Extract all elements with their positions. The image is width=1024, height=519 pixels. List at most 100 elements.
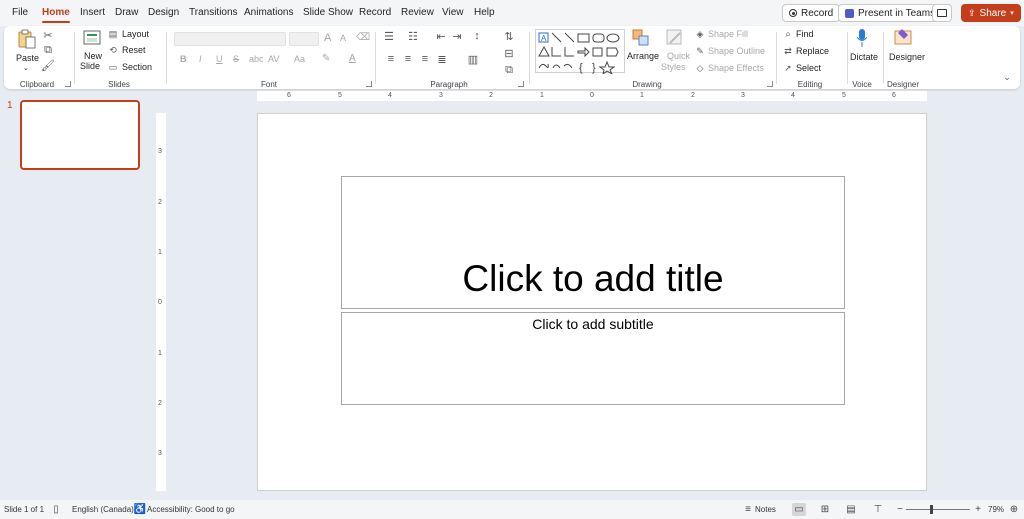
cut-icon[interactable]: ✂ bbox=[42, 29, 54, 42]
clipboard-launcher-icon[interactable] bbox=[65, 81, 71, 87]
paste-icon[interactable] bbox=[16, 28, 38, 50]
slide-sorter-icon[interactable]: ⊞ bbox=[818, 503, 832, 516]
tab-home[interactable]: Home bbox=[42, 7, 70, 18]
slide-canvas[interactable]: Click to add title Click to add subtitle bbox=[257, 113, 927, 491]
tab-help[interactable]: Help bbox=[474, 7, 495, 18]
slide-count-status[interactable]: Slide 1 of 1 bbox=[4, 505, 44, 514]
clear-formatting-icon[interactable]: ⌫ bbox=[356, 32, 370, 43]
tab-slide-show[interactable]: Slide Show bbox=[303, 7, 353, 18]
change-case-button[interactable]: Aa bbox=[294, 54, 305, 64]
search-icon[interactable]: ⌕ bbox=[782, 28, 794, 40]
record-button[interactable]: Record bbox=[782, 4, 841, 22]
bullets-icon[interactable]: ☰ bbox=[382, 30, 396, 43]
layout-button[interactable]: Layout bbox=[122, 29, 149, 39]
zoom-in-icon[interactable]: + bbox=[971, 503, 985, 516]
arrange-button-label[interactable]: Arrange bbox=[627, 51, 659, 61]
reading-view-icon[interactable]: ▤ bbox=[844, 503, 858, 516]
font-launcher-icon[interactable] bbox=[366, 81, 372, 87]
select-cursor-icon[interactable]: ➚ bbox=[782, 62, 794, 74]
subtitle-placeholder[interactable]: Click to add subtitle bbox=[341, 312, 845, 405]
paragraph-launcher-icon[interactable] bbox=[518, 81, 524, 87]
replace-button[interactable]: Replace bbox=[796, 46, 829, 56]
present-in-teams-button[interactable]: Present in Teams bbox=[838, 4, 943, 22]
quick-styles-label-1[interactable]: Quick bbox=[667, 51, 690, 61]
align-left-icon[interactable]: ≡ bbox=[384, 53, 398, 65]
zoom-slider-thumb[interactable] bbox=[930, 505, 933, 514]
normal-view-icon[interactable]: ▭ bbox=[792, 503, 806, 516]
format-painter-icon[interactable]: 🖌 bbox=[41, 59, 55, 72]
dictate-button-label[interactable]: Dictate bbox=[850, 52, 878, 62]
shape-effects-icon[interactable]: ◇ bbox=[694, 62, 706, 74]
line-spacing-icon[interactable]: ↕ bbox=[470, 30, 484, 42]
notes-icon[interactable]: ≡ bbox=[741, 503, 755, 516]
shape-effects-button[interactable]: Shape Effects bbox=[708, 63, 764, 73]
section-icon[interactable]: ▭ bbox=[108, 62, 118, 72]
tab-animations[interactable]: Animations bbox=[244, 7, 293, 18]
font-color-button[interactable]: A bbox=[349, 53, 356, 64]
copy-icon[interactable]: ⧉ bbox=[42, 44, 54, 56]
shapes-gallery[interactable]: A {} bbox=[535, 29, 625, 76]
chevron-down-icon[interactable]: ⌄ bbox=[1002, 72, 1012, 82]
share-button[interactable]: ⇪ Share ▾ bbox=[961, 4, 1021, 22]
section-button[interactable]: Section bbox=[122, 62, 152, 72]
zoom-level[interactable]: 79% bbox=[988, 505, 1004, 514]
zoom-slider-track[interactable] bbox=[906, 509, 970, 510]
layout-icon[interactable]: ▤ bbox=[108, 29, 118, 39]
spelling-icon[interactable]: ▯ bbox=[49, 503, 63, 516]
tab-insert[interactable]: Insert bbox=[80, 7, 105, 18]
numbering-icon[interactable]: ☷ bbox=[406, 30, 420, 43]
fit-to-window-icon[interactable]: ⊕ bbox=[1007, 503, 1021, 516]
tab-record[interactable]: Record bbox=[359, 7, 391, 18]
font-size-combo[interactable] bbox=[289, 32, 319, 46]
tab-draw[interactable]: Draw bbox=[115, 7, 138, 18]
smartart-icon[interactable]: ⧉ bbox=[502, 64, 516, 76]
columns-icon[interactable]: ▥ bbox=[466, 53, 480, 66]
italic-button[interactable]: I bbox=[199, 54, 202, 64]
increase-indent-icon[interactable]: ⇥ bbox=[450, 30, 464, 43]
highlight-icon[interactable]: ✎ bbox=[322, 53, 330, 64]
tab-review[interactable]: Review bbox=[401, 7, 434, 18]
align-right-icon[interactable]: ≡ bbox=[418, 53, 432, 65]
strikethrough-button[interactable]: S bbox=[233, 54, 239, 64]
notes-button[interactable]: Notes bbox=[755, 505, 776, 514]
tab-file[interactable]: File bbox=[12, 7, 28, 18]
shape-fill-button[interactable]: Shape Fill bbox=[708, 29, 748, 39]
character-spacing-icon[interactable]: AV bbox=[268, 54, 279, 64]
slide-show-icon[interactable]: ⊤ bbox=[871, 503, 885, 516]
shape-fill-icon[interactable]: ◈ bbox=[694, 28, 706, 40]
zoom-out-icon[interactable]: − bbox=[893, 503, 907, 516]
arrange-icon[interactable] bbox=[631, 29, 651, 47]
title-placeholder[interactable]: Click to add title bbox=[341, 176, 845, 309]
underline-button[interactable]: U bbox=[216, 54, 223, 64]
vertical-ruler[interactable]: 3 2 1 0 1 2 3 bbox=[156, 113, 166, 491]
find-button[interactable]: Find bbox=[796, 29, 814, 39]
language-status[interactable]: English (Canada) bbox=[72, 505, 134, 514]
align-text-icon[interactable]: ⊟ bbox=[502, 47, 516, 60]
align-center-icon[interactable]: ≡ bbox=[401, 53, 415, 65]
decrease-indent-icon[interactable]: ⇤ bbox=[434, 30, 448, 43]
select-button[interactable]: Select bbox=[796, 63, 821, 73]
slide-thumbnail[interactable] bbox=[20, 100, 140, 170]
text-shadow-icon[interactable]: abc bbox=[249, 54, 264, 64]
quick-styles-icon[interactable] bbox=[665, 28, 685, 48]
comments-button[interactable] bbox=[932, 4, 952, 22]
reset-icon[interactable]: ⟲ bbox=[108, 45, 118, 55]
font-name-combo[interactable] bbox=[174, 32, 286, 46]
paste-dropdown-icon[interactable]: ⌄ bbox=[23, 64, 29, 72]
accessibility-status[interactable]: Accessibility: Good to go bbox=[147, 505, 235, 514]
replace-icon[interactable]: ⇄ bbox=[782, 45, 794, 57]
shape-outline-button[interactable]: Shape Outline bbox=[708, 46, 765, 56]
quick-styles-label-2[interactable]: Styles bbox=[661, 62, 686, 72]
drawing-launcher-icon[interactable] bbox=[767, 81, 773, 87]
paste-button-label[interactable]: Paste bbox=[16, 53, 39, 63]
reset-button[interactable]: Reset bbox=[122, 45, 146, 55]
shape-outline-icon[interactable]: ✎ bbox=[694, 45, 706, 57]
microphone-icon[interactable] bbox=[854, 27, 870, 49]
tab-view[interactable]: View bbox=[442, 7, 464, 18]
justify-icon[interactable]: ≣ bbox=[435, 53, 449, 66]
bold-button[interactable]: B bbox=[180, 54, 187, 64]
new-slide-label-2[interactable]: Slide bbox=[80, 61, 100, 71]
text-direction-icon[interactable]: ⇅ bbox=[502, 30, 516, 43]
tab-design[interactable]: Design bbox=[148, 7, 179, 18]
horizontal-ruler[interactable]: 6 5 4 3 2 1 0 1 2 3 4 5 6 bbox=[257, 91, 927, 101]
